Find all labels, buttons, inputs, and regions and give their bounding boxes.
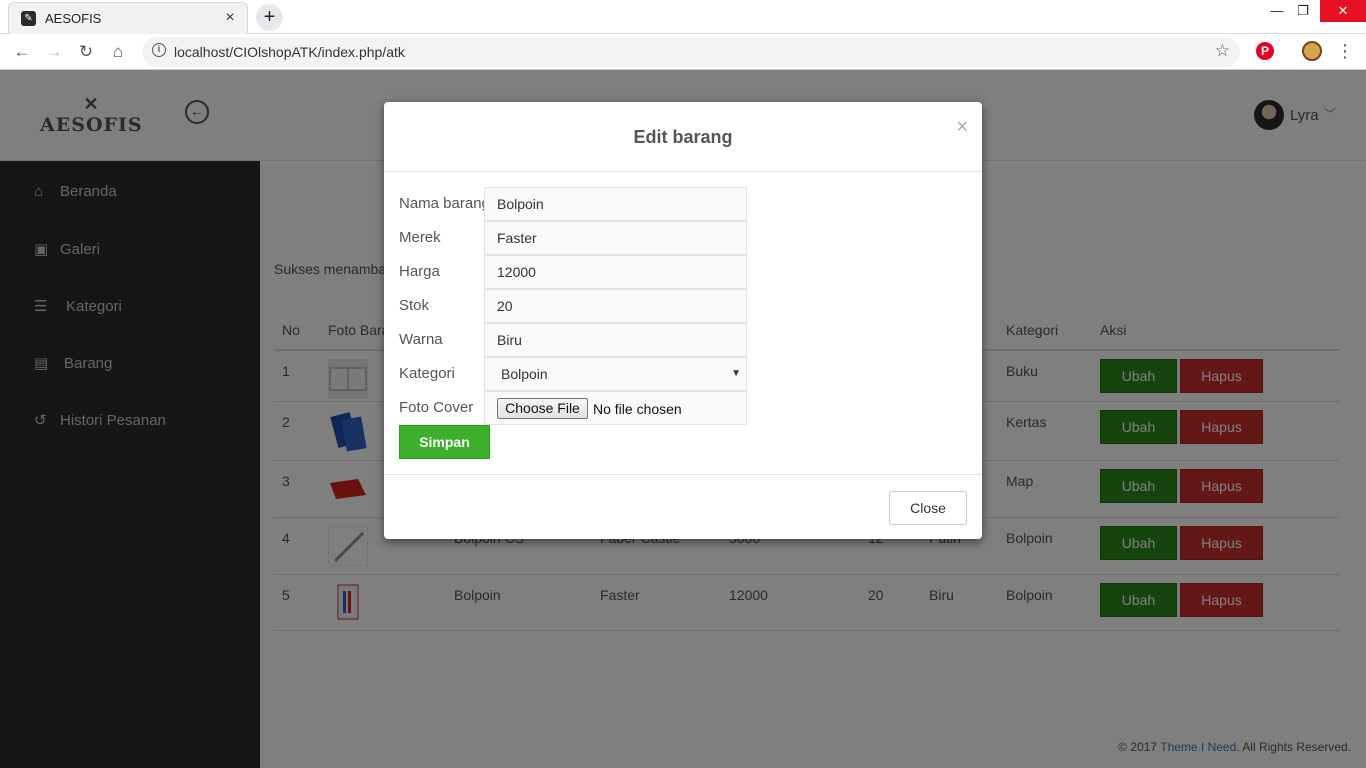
stok-input[interactable]: 20	[484, 289, 747, 323]
close-icon[interactable]: ×	[956, 116, 968, 139]
modal-footer: Close	[384, 474, 982, 539]
merek-input[interactable]: Faster	[484, 221, 747, 255]
bookmark-star-icon[interactable]: ☆	[1215, 41, 1230, 61]
foto-cover-file-input: Choose File No file chosen	[484, 391, 747, 425]
dropdown-arrow-icon: ▼	[731, 368, 741, 379]
tab-close-icon[interactable]: ×	[221, 8, 239, 28]
file-status-text: No file chosen	[593, 401, 682, 417]
reload-icon[interactable]: ↻	[74, 40, 98, 64]
kategori-select[interactable]: Bolpoin ▼	[484, 357, 747, 391]
warna-label: Warna	[399, 331, 443, 348]
tab-title: AESOFIS	[45, 11, 102, 26]
url-text[interactable]: localhost/CIOlshopATK/index.php/atk	[174, 44, 405, 60]
window-close-icon[interactable]: ✕	[1320, 0, 1366, 22]
modal-title: Edit barang	[633, 127, 733, 147]
address-bar[interactable]: i localhost/CIOlshopATK/index.php/atk ☆	[142, 37, 1240, 67]
kategori-selected-value: Bolpoin	[501, 366, 548, 382]
harga-label: Harga	[399, 263, 440, 280]
edit-barang-modal: Edit barang × Nama barang Bolpoin Merek …	[384, 102, 982, 539]
browser-tabbar: ✎ AESOFIS × + — ❐ ✕	[0, 0, 1366, 34]
nama-barang-input[interactable]: Bolpoin	[484, 187, 747, 221]
nama-label: Nama barang	[399, 195, 490, 212]
site-info-icon[interactable]: i	[152, 43, 166, 57]
profile-avatar-icon[interactable]	[1302, 41, 1322, 61]
kategori-label: Kategori	[399, 365, 455, 382]
browser-tab[interactable]: ✎ AESOFIS ×	[8, 2, 248, 34]
restore-icon[interactable]: ❐	[1282, 0, 1324, 22]
modal-header: Edit barang ×	[384, 102, 982, 172]
choose-file-button[interactable]: Choose File	[497, 398, 588, 419]
home-browser-icon[interactable]: ⌂	[106, 40, 130, 64]
pinterest-extension-icon[interactable]: P	[1256, 42, 1274, 60]
new-tab-button[interactable]: +	[256, 4, 283, 31]
forward-arrow-icon[interactable]: →	[42, 40, 66, 64]
stok-label: Stok	[399, 297, 430, 314]
browser-toolbar: ← → ↻ ⌂ i localhost/CIOlshopATK/index.ph…	[0, 34, 1366, 70]
back-arrow-icon[interactable]: ←	[10, 40, 34, 64]
merek-label: Merek	[399, 229, 441, 246]
harga-input[interactable]: 12000	[484, 255, 747, 289]
site-favicon-icon: ✎	[21, 11, 36, 26]
foto-label: Foto Cover	[399, 399, 474, 416]
browser-menu-icon[interactable]: ⋮	[1336, 40, 1354, 62]
close-button[interactable]: Close	[889, 491, 967, 525]
simpan-button[interactable]: Simpan	[399, 425, 490, 459]
warna-input[interactable]: Biru	[484, 323, 747, 357]
